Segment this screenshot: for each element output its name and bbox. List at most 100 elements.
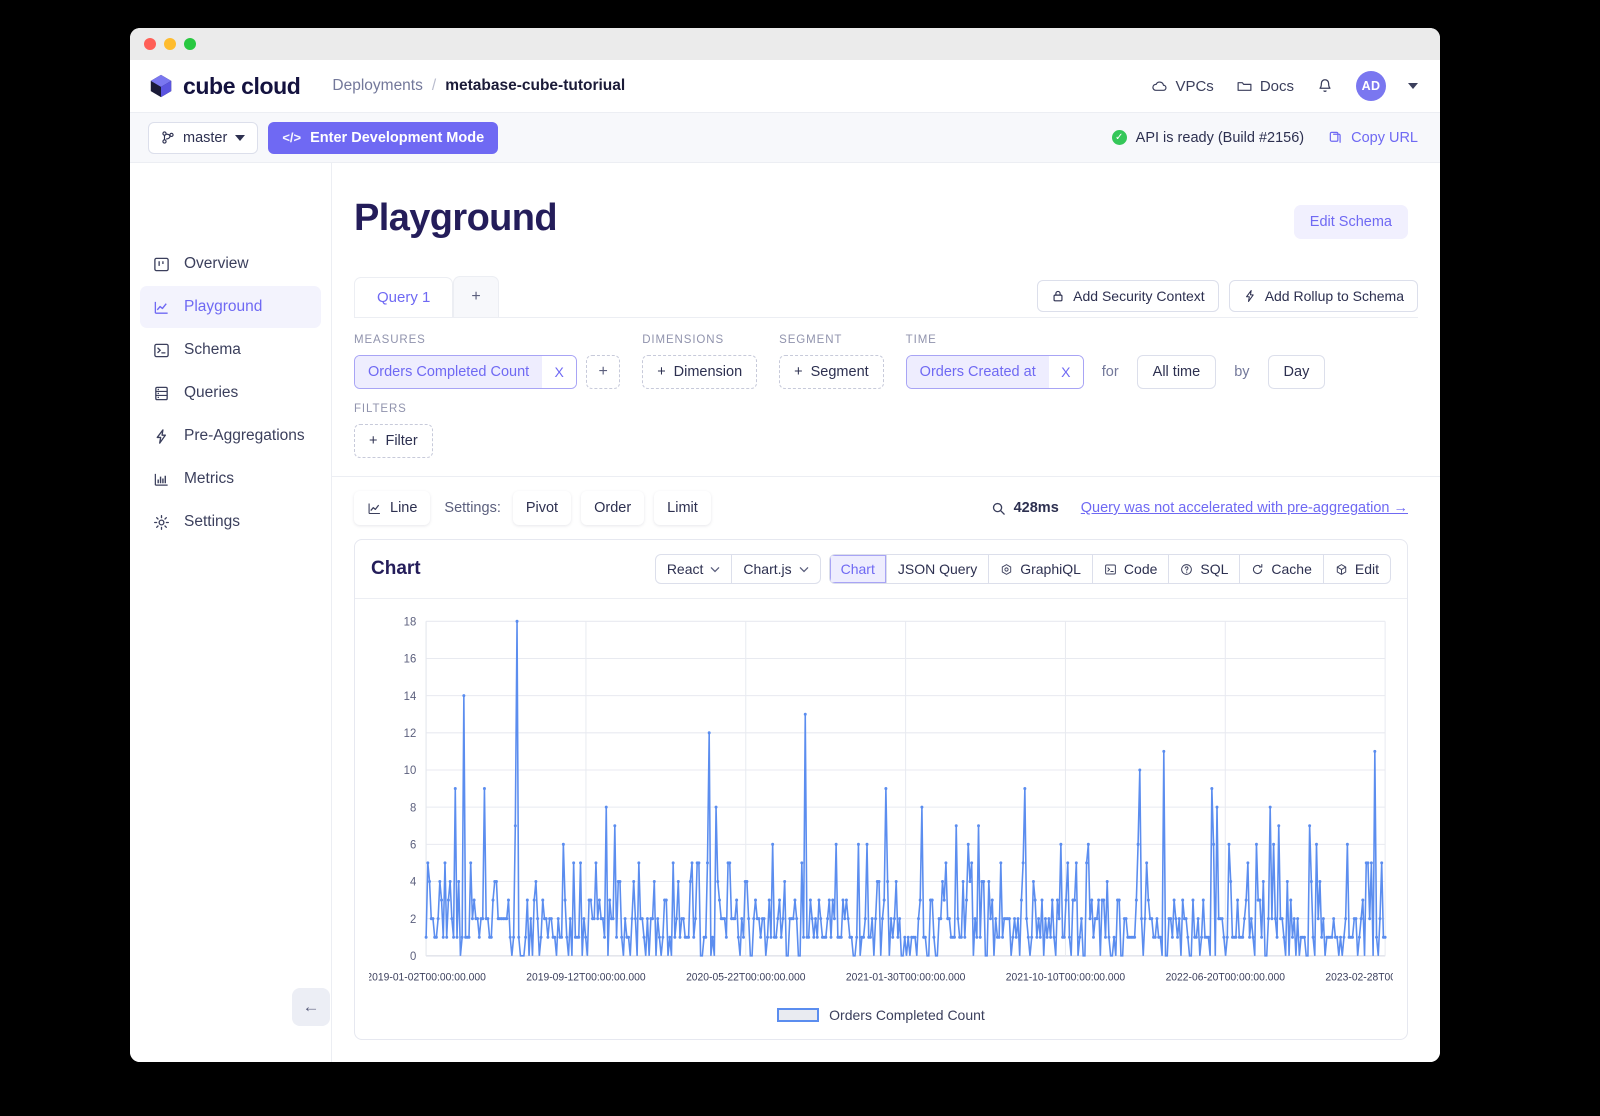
gear-icon <box>152 513 170 531</box>
edit-schema-button[interactable]: Edit Schema <box>1293 205 1408 239</box>
remove-time-dimension-button[interactable]: X <box>1048 356 1083 388</box>
sidebar-item-label: Pre-Aggregations <box>184 427 305 444</box>
add-segment-button[interactable]: + Segment <box>779 355 884 389</box>
add-security-context-button[interactable]: Add Security Context <box>1037 280 1219 312</box>
x-axis-tick: 2020-05-22T00:00:00.000 <box>686 971 806 983</box>
limit-button[interactable]: Limit <box>654 491 711 525</box>
tab-sql-label: SQL <box>1200 561 1229 577</box>
query-meta: 428ms Query was not accelerated with pre… <box>991 500 1408 516</box>
time-dimension-label: Orders Created at <box>906 356 1049 388</box>
nav-docs[interactable]: Docs <box>1236 78 1294 95</box>
sidebar-item-schema[interactable]: Schema <box>140 329 321 371</box>
tab-cache[interactable]: Cache <box>1239 555 1322 583</box>
layout-icon <box>152 255 170 273</box>
sidebar-item-settings[interactable]: Settings <box>140 501 321 543</box>
chart-card-header: Chart React Chart.js Chart JSON Query Gr… <box>355 540 1407 599</box>
plot-area: 0 2 4 6 8 10 12 14 16 18 2019-01-02T00:00:00.000 20… <box>369 611 1393 993</box>
api-status-label: API is ready (Build #2156) <box>1135 129 1305 146</box>
terminal-icon <box>1105 564 1116 574</box>
graphql-icon <box>1002 563 1012 575</box>
sidebar-item-pre-aggregations[interactable]: Pre-Aggregations <box>140 415 321 457</box>
sidebar-item-label: Playground <box>184 298 263 315</box>
breadcrumb-current[interactable]: metabase-cube-tutoriual <box>445 77 625 95</box>
tab-graphiql[interactable]: GraphiQL <box>988 555 1092 583</box>
bell-icon[interactable] <box>1316 77 1334 95</box>
time-granularity-selector[interactable]: Day <box>1267 355 1326 389</box>
pre-aggregation-note-link[interactable]: Query was not accelerated with pre-aggre… <box>1081 500 1408 516</box>
measure-chip[interactable]: Orders Completed Count X <box>354 355 578 389</box>
add-rollup-to-schema-button[interactable]: Add Rollup to Schema <box>1228 280 1418 312</box>
top-navigation-bar: cube cloud Deployments / metabase-cube-t… <box>130 60 1440 113</box>
y-axis-tick: 18 <box>404 615 417 628</box>
query-tabs-row: Query 1 + Add Security Context Add Rollu… <box>354 276 1418 317</box>
close-window-button[interactable] <box>144 38 156 50</box>
enter-development-mode-button[interactable]: </> Enter Development Mode <box>268 121 499 154</box>
plus-icon: + <box>657 364 666 380</box>
api-status: ✓ API is ready (Build #2156) <box>1111 129 1305 146</box>
zoom-window-button[interactable] <box>184 38 196 50</box>
time-dimension-chip[interactable]: Orders Created at X <box>905 355 1084 389</box>
sidebar-item-label: Overview <box>184 255 249 272</box>
y-axis-tick: 8 <box>410 801 416 814</box>
sidebar-item-overview[interactable]: Overview <box>140 243 321 285</box>
measures-chips: Orders Completed Count X + <box>354 355 621 389</box>
brand-name: cube cloud <box>183 72 301 99</box>
add-dimension-label: Dimension <box>673 364 743 380</box>
chart-type-selector[interactable]: Line <box>354 491 431 525</box>
brand-logo[interactable]: cube cloud <box>148 72 301 100</box>
check-circle-icon: ✓ <box>1111 130 1127 145</box>
remove-measure-button[interactable]: X <box>542 356 577 388</box>
framework-select[interactable]: React <box>656 555 732 583</box>
add-measure-button[interactable]: + <box>586 355 621 389</box>
legend-swatch[interactable] <box>777 1008 820 1022</box>
enter-development-mode-label: Enter Development Mode <box>310 129 485 146</box>
pivot-button[interactable]: Pivot <box>512 491 572 525</box>
breadcrumb: Deployments / metabase-cube-tutoriual <box>332 77 625 95</box>
order-button[interactable]: Order <box>581 491 645 525</box>
minimize-window-button[interactable] <box>164 38 176 50</box>
page-title: Playground <box>354 197 558 239</box>
copy-url-label: Copy URL <box>1351 129 1418 146</box>
page-header: Playground Edit Schema <box>332 163 1440 240</box>
branch-selector[interactable]: master <box>148 121 259 154</box>
add-dimension-button[interactable]: + Dimension <box>642 355 758 389</box>
refresh-icon <box>1253 563 1263 574</box>
avatar[interactable]: AD <box>1356 71 1386 101</box>
time-range-selector[interactable]: All time <box>1136 355 1217 389</box>
folder-icon <box>1237 81 1252 91</box>
tab-code[interactable]: Code <box>1091 555 1168 583</box>
tab-json-query-label: JSON Query <box>897 561 978 577</box>
sidebar-item-metrics[interactable]: Metrics <box>140 458 321 500</box>
tab-query-1[interactable]: Query 1 <box>354 277 454 317</box>
deployment-toolbar: master </> Enter Development Mode ✓ API … <box>130 113 1440 163</box>
y-axis-tick: 16 <box>404 652 417 665</box>
main-content: Playground Edit Schema Query 1 + Add Sec… <box>332 163 1440 1062</box>
cloud-icon <box>1152 81 1167 91</box>
breadcrumb-deployments[interactable]: Deployments <box>332 77 422 95</box>
collapse-sidebar-button[interactable]: ← <box>292 988 330 1026</box>
copy-url-button[interactable]: Copy URL <box>1328 130 1418 146</box>
lightning-icon <box>152 427 170 445</box>
sidebar-item-label: Schema <box>184 341 241 358</box>
sidebar-item-queries[interactable]: Queries <box>140 372 321 414</box>
dimensions-label: DIMENSIONS <box>642 334 725 346</box>
tab-json-query[interactable]: JSON Query <box>885 555 988 583</box>
git-branch-icon <box>162 131 174 144</box>
chevron-down-icon[interactable] <box>1408 83 1418 89</box>
tab-edit[interactable]: Edit <box>1322 555 1390 583</box>
add-query-tab-button[interactable]: + <box>453 276 499 317</box>
filters-group: FILTERS + Filter <box>354 389 1418 458</box>
tab-sql[interactable]: SQL <box>1168 555 1239 583</box>
sidebar-item-playground[interactable]: Playground <box>140 286 321 328</box>
y-axis-tick: 6 <box>410 838 416 851</box>
x-axis-tick: 2023-02-28T00:00:00.000 <box>1325 971 1393 983</box>
tab-chart[interactable]: Chart <box>829 555 886 583</box>
chevron-down-icon <box>799 566 809 572</box>
nav-vpcs[interactable]: VPCs <box>1151 77 1214 95</box>
orders-completed-count-chart[interactable]: 0 2 4 6 8 10 12 14 16 18 2019-01-02T00:00:00.000 20… <box>369 611 1393 993</box>
measures-label: MEASURES <box>354 334 426 346</box>
nav-vpcs-label: VPCs <box>1175 77 1214 95</box>
add-filter-button[interactable]: + Filter <box>354 424 433 458</box>
tab-chart-label: Chart <box>840 561 875 577</box>
library-select[interactable]: Chart.js <box>731 555 819 583</box>
